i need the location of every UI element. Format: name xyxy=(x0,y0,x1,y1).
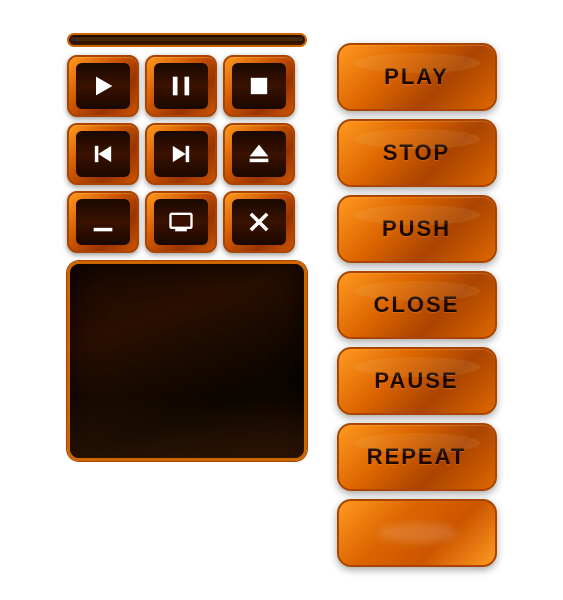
next-button[interactable] xyxy=(145,123,217,185)
play-button[interactable] xyxy=(67,55,139,117)
eject-button[interactable] xyxy=(223,123,295,185)
extra-button[interactable] xyxy=(337,499,497,567)
display-screen xyxy=(67,261,307,461)
pause-button[interactable] xyxy=(145,55,217,117)
left-panel xyxy=(67,33,307,461)
pause-text-button[interactable]: PAUSE xyxy=(337,347,497,415)
repeat-text-button[interactable]: REPEAT xyxy=(337,423,497,491)
media-button-grid xyxy=(67,55,307,253)
minimize-button[interactable] xyxy=(67,191,139,253)
close-x-button[interactable] xyxy=(223,191,295,253)
push-text-button[interactable]: PUSH xyxy=(337,195,497,263)
close-text-button[interactable]: CLOSE xyxy=(337,271,497,339)
screen-button[interactable] xyxy=(145,191,217,253)
main-container: PLAY STOP PUSH CLOSE PAUSE REPEAT xyxy=(47,13,517,587)
play-text-button[interactable]: PLAY xyxy=(337,43,497,111)
stop-button[interactable] xyxy=(223,55,295,117)
stop-text-button[interactable]: STOP xyxy=(337,119,497,187)
right-panel: PLAY STOP PUSH CLOSE PAUSE REPEAT xyxy=(337,43,497,567)
prev-button[interactable] xyxy=(67,123,139,185)
progress-bar[interactable] xyxy=(67,33,307,47)
